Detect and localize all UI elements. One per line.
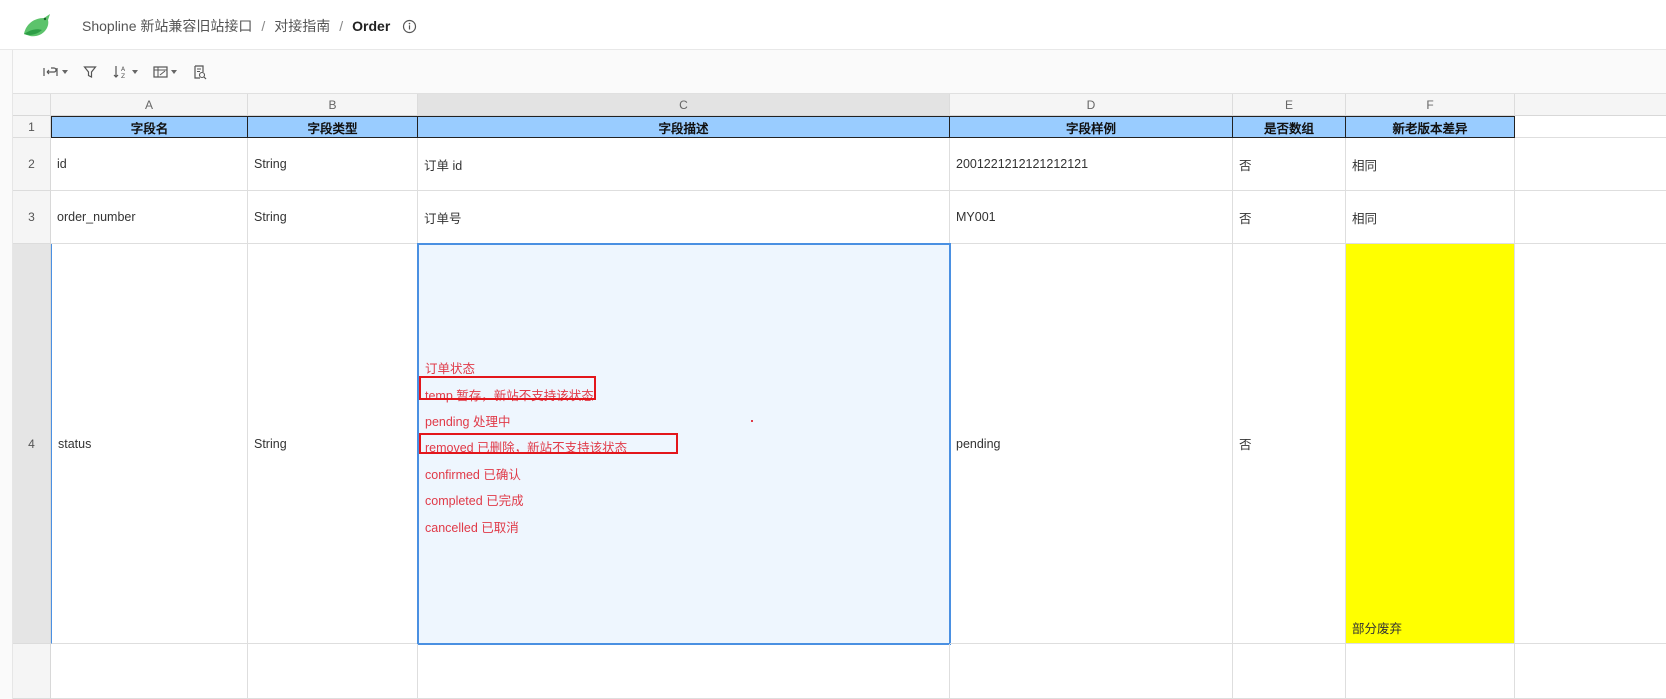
cell-e1[interactable]: 是否数组 — [1233, 116, 1346, 138]
row-header-1[interactable]: 1 — [13, 116, 51, 138]
sort-button[interactable]: AZ — [113, 62, 138, 82]
row-header-3[interactable]: 3 — [13, 191, 51, 244]
column-header-e[interactable]: E — [1233, 94, 1346, 116]
cell-d5[interactable] — [950, 644, 1233, 699]
cell-f3[interactable]: 相同 — [1346, 191, 1515, 244]
cell-g2[interactable] — [1515, 138, 1666, 191]
row-header-5[interactable] — [13, 644, 51, 699]
top-bar: Shopline 新站兼容旧站接口 / 对接指南 / Order — [0, 0, 1666, 50]
breadcrumb-separator: / — [261, 18, 266, 34]
svg-text:Z: Z — [121, 73, 125, 80]
cell-a4[interactable]: status — [51, 244, 248, 644]
breadcrumb-item-space[interactable]: Shopline 新站兼容旧站接口 — [82, 16, 252, 36]
cell-c3[interactable]: 订单号 — [418, 191, 950, 244]
row-header-2[interactable]: 2 — [13, 138, 51, 191]
column-header-d[interactable]: D — [950, 94, 1233, 116]
cell-b3[interactable]: String — [248, 191, 418, 244]
cell-f1[interactable]: 新老版本差异 — [1346, 116, 1515, 138]
column-header-b[interactable]: B — [248, 94, 418, 116]
wrap-text-button[interactable] — [43, 62, 68, 82]
cell-e2[interactable]: 否 — [1233, 138, 1346, 191]
column-header-empty — [1515, 94, 1666, 116]
chevron-down-icon — [171, 70, 177, 74]
breadcrumb-item-guide[interactable]: 对接指南 — [274, 16, 330, 36]
filter-button[interactable] — [83, 62, 97, 82]
cell-g3[interactable] — [1515, 191, 1666, 244]
desc-line: cancelled 已取消 — [425, 521, 519, 535]
cell-b5[interactable] — [248, 644, 418, 699]
cell-d3[interactable]: MY001 — [950, 191, 1233, 244]
breadcrumb-current: Order — [352, 18, 391, 34]
table-format-button[interactable] — [153, 62, 177, 82]
desc-line: 订单状态 — [425, 362, 476, 376]
cell-c1[interactable]: 字段描述 — [418, 116, 950, 138]
breadcrumb: Shopline 新站兼容旧站接口 / 对接指南 / Order — [82, 16, 417, 36]
desc-line: pending 处理中 — [425, 415, 511, 429]
cell-c5[interactable] — [418, 644, 950, 699]
find-button[interactable] — [193, 62, 207, 82]
sheet-toolbar: AZ — [13, 50, 1666, 94]
cell-e5[interactable] — [1233, 644, 1346, 699]
column-header-a[interactable]: A — [51, 94, 248, 116]
table-format-icon — [153, 65, 168, 79]
select-all-corner[interactable] — [13, 94, 51, 116]
find-icon — [193, 64, 207, 80]
cell-a2[interactable]: id — [51, 138, 248, 191]
chevron-down-icon — [132, 70, 138, 74]
cell-d4[interactable]: pending — [950, 244, 1233, 644]
cell-g5[interactable] — [1515, 644, 1666, 699]
desc-line: confirmed 已确认 — [425, 468, 521, 482]
column-header-f[interactable]: F — [1346, 94, 1515, 116]
column-header-c[interactable]: C — [418, 94, 950, 116]
sort-icon: AZ — [113, 64, 129, 80]
left-gutter — [0, 50, 13, 699]
svg-text:A: A — [121, 66, 126, 73]
cell-a3[interactable]: order_number — [51, 191, 248, 244]
cell-f4[interactable]: 部分废弃 — [1346, 244, 1515, 644]
red-highlight-box — [419, 433, 678, 454]
cell-g1[interactable] — [1515, 116, 1666, 138]
cell-g4[interactable] — [1515, 244, 1666, 644]
info-icon[interactable] — [402, 19, 417, 34]
cell-c2[interactable]: 订单 id — [418, 138, 950, 191]
cell-a5[interactable] — [51, 644, 248, 699]
cell-d2[interactable]: 2001221212121212121 — [950, 138, 1233, 191]
cell-b1[interactable]: 字段类型 — [248, 116, 418, 138]
breadcrumb-separator: / — [339, 18, 344, 34]
desc-line: completed 已完成 — [425, 494, 524, 508]
row-header-4[interactable]: 4 — [13, 244, 51, 644]
app-logo-icon[interactable] — [20, 8, 54, 40]
cell-b4[interactable]: String — [248, 244, 418, 644]
cell-c4-selected[interactable]: 订单状态 temp 暂存，新站不支持该状态 pending 处理中 remove… — [417, 243, 951, 645]
red-highlight-box — [419, 376, 596, 400]
filter-icon — [83, 65, 97, 79]
cell-d1[interactable]: 字段样例 — [950, 116, 1233, 138]
cell-e4[interactable]: 否 — [1233, 244, 1346, 644]
cell-b2[interactable]: String — [248, 138, 418, 191]
cell-f2[interactable]: 相同 — [1346, 138, 1515, 191]
cell-f5[interactable] — [1346, 644, 1515, 699]
cell-a1[interactable]: 字段名 — [51, 116, 248, 138]
red-dot-mark — [751, 420, 753, 422]
cell-e3[interactable]: 否 — [1233, 191, 1346, 244]
chevron-down-icon — [62, 70, 68, 74]
wrap-icon — [43, 65, 59, 79]
